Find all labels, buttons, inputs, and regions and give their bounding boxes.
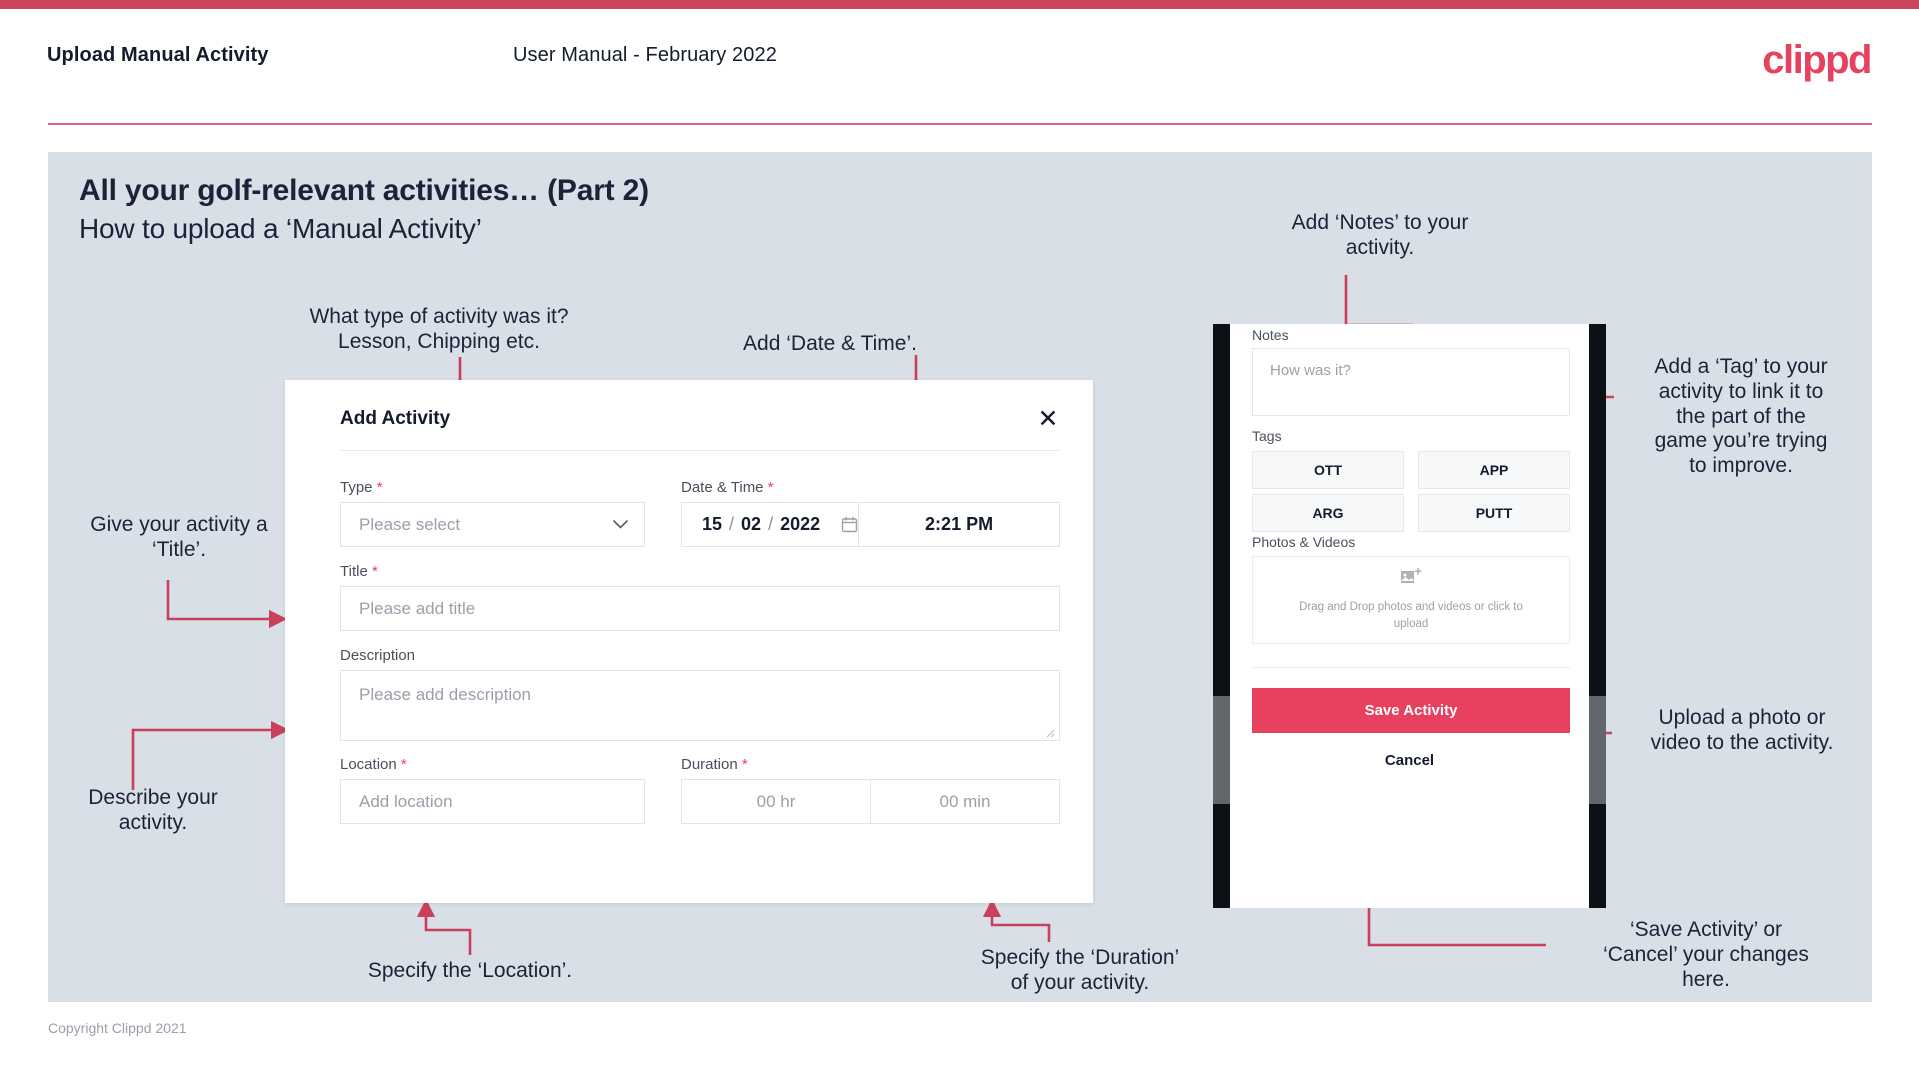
- header-subtitle: User Manual - February 2022: [513, 44, 777, 66]
- date-month: 02: [741, 514, 762, 534]
- mobile-divider: [1252, 667, 1570, 668]
- annotation-duration: Specify the ‘Duration’ of your activity.: [980, 946, 1180, 994]
- dialog-title: Add Activity: [340, 408, 451, 429]
- slide-title: All your golf-relevant activities… (Part…: [79, 174, 649, 207]
- photos-label: Photos & Videos: [1252, 534, 1356, 550]
- type-select[interactable]: Please select: [340, 502, 645, 547]
- notes-label: Notes: [1252, 327, 1289, 343]
- description-input[interactable]: Please add description: [340, 670, 1060, 741]
- duration-hours-input[interactable]: 00 hr: [682, 780, 870, 823]
- datetime-field[interactable]: 15 / 02 / 2022 2:21 PM: [681, 502, 1060, 547]
- page-title: Upload Manual Activity: [47, 44, 269, 66]
- location-placeholder: Add location: [359, 791, 453, 811]
- annotation-location: Specify the ‘Location’.: [367, 959, 573, 982]
- clippd-logo: clippd: [1762, 38, 1872, 82]
- title-label-text: Title: [340, 563, 368, 580]
- time-input[interactable]: 2:21 PM: [859, 503, 1059, 546]
- phone-left-bezel: [1213, 324, 1230, 908]
- required-asterisk: *: [396, 756, 407, 773]
- add-image-icon: [1400, 567, 1422, 592]
- required-asterisk: *: [367, 563, 378, 580]
- duration-field: 00 hr 00 min: [681, 779, 1060, 824]
- mobile-mockup: Notes How was it? Tags OTT APP ARG PUTT …: [1213, 324, 1606, 908]
- annotation-title: Give your activity a ‘Title’.: [90, 513, 268, 561]
- description-placeholder: Please add description: [359, 685, 532, 704]
- annotation-description: Describe your activity.: [88, 786, 218, 834]
- tag-button-app[interactable]: APP: [1418, 451, 1570, 489]
- calendar-icon[interactable]: [841, 516, 858, 533]
- date-day: 15: [702, 514, 723, 534]
- dropzone-text: Drag and Drop photos and videos or click…: [1299, 600, 1523, 630]
- annotation-type: What type of activity was it? Lesson, Chi…: [309, 305, 569, 353]
- date-input[interactable]: 15 / 02 / 2022: [682, 503, 858, 546]
- date-separator: /: [729, 514, 735, 534]
- phone-right-bezel: [1589, 324, 1606, 908]
- tag-button-ott[interactable]: OTT: [1252, 451, 1404, 489]
- notes-placeholder: How was it?: [1270, 362, 1351, 379]
- title-input[interactable]: Please add title: [340, 586, 1060, 631]
- slide-root: Upload Manual Activity User Manual - Feb…: [0, 0, 1919, 1079]
- type-select-placeholder: Please select: [359, 514, 461, 534]
- resize-handle-icon[interactable]: [1045, 727, 1055, 738]
- title-label: Title *: [340, 563, 378, 580]
- required-asterisk: *: [763, 479, 774, 496]
- chevron-down-icon: [613, 516, 628, 533]
- location-label: Location *: [340, 756, 407, 773]
- location-input[interactable]: Add location: [340, 779, 645, 824]
- datetime-label-text: Date & Time: [681, 479, 764, 496]
- close-icon[interactable]: ✕: [1031, 402, 1065, 436]
- header-divider: [48, 123, 1872, 125]
- duration-label: Duration *: [681, 756, 748, 773]
- date-separator: /: [768, 514, 774, 534]
- date-year: 2022: [780, 514, 821, 534]
- datetime-label: Date & Time *: [681, 479, 774, 496]
- title-placeholder: Please add title: [359, 598, 476, 618]
- cancel-button[interactable]: Cancel: [1230, 752, 1589, 769]
- photo-dropzone[interactable]: Drag and Drop photos and videos or click…: [1252, 556, 1570, 644]
- notes-input[interactable]: How was it?: [1252, 348, 1570, 416]
- description-label: Description: [340, 647, 416, 664]
- phone-screen: Notes How was it? Tags OTT APP ARG PUTT …: [1230, 324, 1589, 908]
- location-label-text: Location: [340, 756, 397, 773]
- footer-copyright: Copyright Clippd 2021: [48, 1020, 187, 1036]
- duration-minutes-input[interactable]: 00 min: [871, 780, 1059, 823]
- type-label: Type *: [340, 479, 383, 496]
- slide-subtitle: How to upload a ‘Manual Activity’: [79, 213, 482, 244]
- top-accent-bar: [0, 0, 1919, 9]
- duration-label-text: Duration: [681, 756, 738, 773]
- annotation-photos: Upload a photo or video to the activity.: [1650, 706, 1834, 754]
- tag-button-putt[interactable]: PUTT: [1418, 494, 1570, 532]
- required-asterisk: *: [372, 479, 383, 496]
- tags-label: Tags: [1252, 428, 1282, 444]
- annotation-datetime: Add ‘Date & Time’.: [743, 332, 917, 355]
- type-label-text: Type: [340, 479, 373, 496]
- dialog-divider: [340, 450, 1060, 451]
- add-activity-dialog: Add Activity ✕ Type * Please select Date…: [285, 380, 1093, 903]
- save-activity-button[interactable]: Save Activity: [1252, 688, 1570, 733]
- annotation-save: ‘Save Activity’ or ‘Cancel’ your changes h…: [1603, 918, 1809, 991]
- annotation-tags: Add a ‘Tag’ to your activity to link it t…: [1654, 355, 1828, 478]
- required-asterisk: *: [737, 756, 748, 773]
- tag-button-arg[interactable]: ARG: [1252, 494, 1404, 532]
- annotation-notes: Add ‘Notes’ to your activity.: [1291, 211, 1469, 259]
